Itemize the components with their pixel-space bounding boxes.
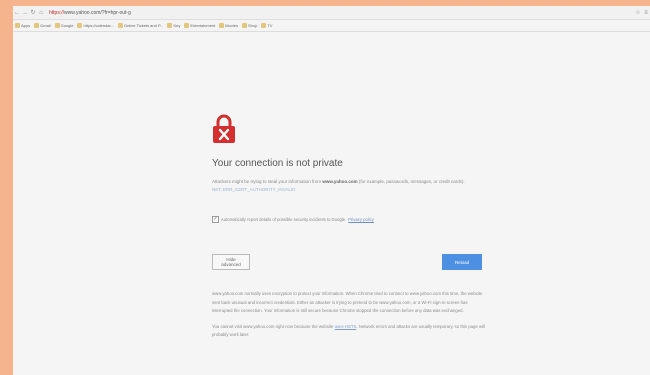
menu-icon[interactable]: ≡ (642, 10, 650, 16)
bookmark-item[interactable]: Entertainment (184, 23, 215, 28)
address-bar[interactable]: https://www.yahoo.com/?fr=hpr-out-g (49, 10, 131, 16)
page-icon (117, 23, 123, 28)
interstitial-content: Your connection is not private Attackers… (13, 32, 650, 375)
folder-icon (219, 23, 225, 28)
error-description: Attackers might be trying to steal your … (212, 179, 465, 192)
details-paragraph: www.yahoo.com normally uses encryption t… (212, 291, 483, 313)
report-checkbox-label: Automatically report details of possible… (221, 217, 347, 222)
error-code: NET::ERR_CERT_AUTHORITY_INVALID (212, 187, 296, 192)
page-title: Your connection is not private (212, 158, 343, 169)
folder-icon (54, 23, 60, 28)
broken-lock-icon (213, 114, 235, 143)
advanced-details: www.yahoo.com normally uses encryption t… (212, 290, 487, 347)
report-checkbox[interactable]: ✓ (212, 216, 219, 223)
reload-icon[interactable]: ↻ (29, 9, 37, 16)
folder-icon (34, 23, 40, 28)
advanced-button[interactable]: Hide advanced (212, 254, 250, 270)
home-icon[interactable]: ⌂ (37, 10, 45, 16)
bookmark-item[interactable]: Key (167, 23, 180, 28)
bookmark-item[interactable]: Apps (15, 23, 30, 28)
back-arrow-icon[interactable]: ← (13, 10, 21, 16)
star-icon[interactable]: ☆ (634, 9, 642, 16)
url-path: /?fr=hpr-out-g (100, 9, 131, 16)
privacy-policy-link[interactable]: Privacy policy (348, 217, 374, 222)
bookmark-item[interactable]: Movies (219, 23, 238, 28)
folder-icon (184, 23, 190, 28)
page-icon (77, 23, 83, 28)
hsts-link[interactable]: uses HSTS (335, 324, 357, 329)
bookmark-item[interactable]: Shop (241, 23, 257, 28)
reload-button[interactable]: Reload (442, 254, 482, 270)
browser-window: ← → ↻ ⌂ https://www.yahoo.com/?fr=hpr-ou… (13, 6, 650, 375)
bookmarks-bar: Apps Gmail Google https://calendar... On… (13, 20, 650, 32)
omnibox-row: ← → ↻ ⌂ https://www.yahoo.com/?fr=hpr-ou… (13, 6, 650, 20)
bookmark-item[interactable]: TV (261, 23, 272, 28)
folder-icon (241, 23, 247, 28)
report-checkbox-row: ✓ Automatically report details of possib… (212, 216, 374, 223)
url-host: www.yahoo.com (64, 9, 101, 16)
folder-icon (261, 23, 267, 28)
bookmark-item[interactable]: Online Tickets and P... (117, 23, 163, 28)
details-paragraph: You cannot visit www.yahoo.com right now… (212, 323, 485, 338)
folder-icon (15, 23, 20, 28)
forward-arrow-icon[interactable]: → (21, 10, 29, 16)
bookmark-item[interactable]: Google (54, 23, 73, 28)
bookmark-item[interactable]: https://calendar... (77, 23, 114, 28)
url-secure-label: https:// (49, 9, 65, 16)
page-icon (167, 23, 173, 28)
bookmark-item[interactable]: Gmail (34, 23, 51, 28)
